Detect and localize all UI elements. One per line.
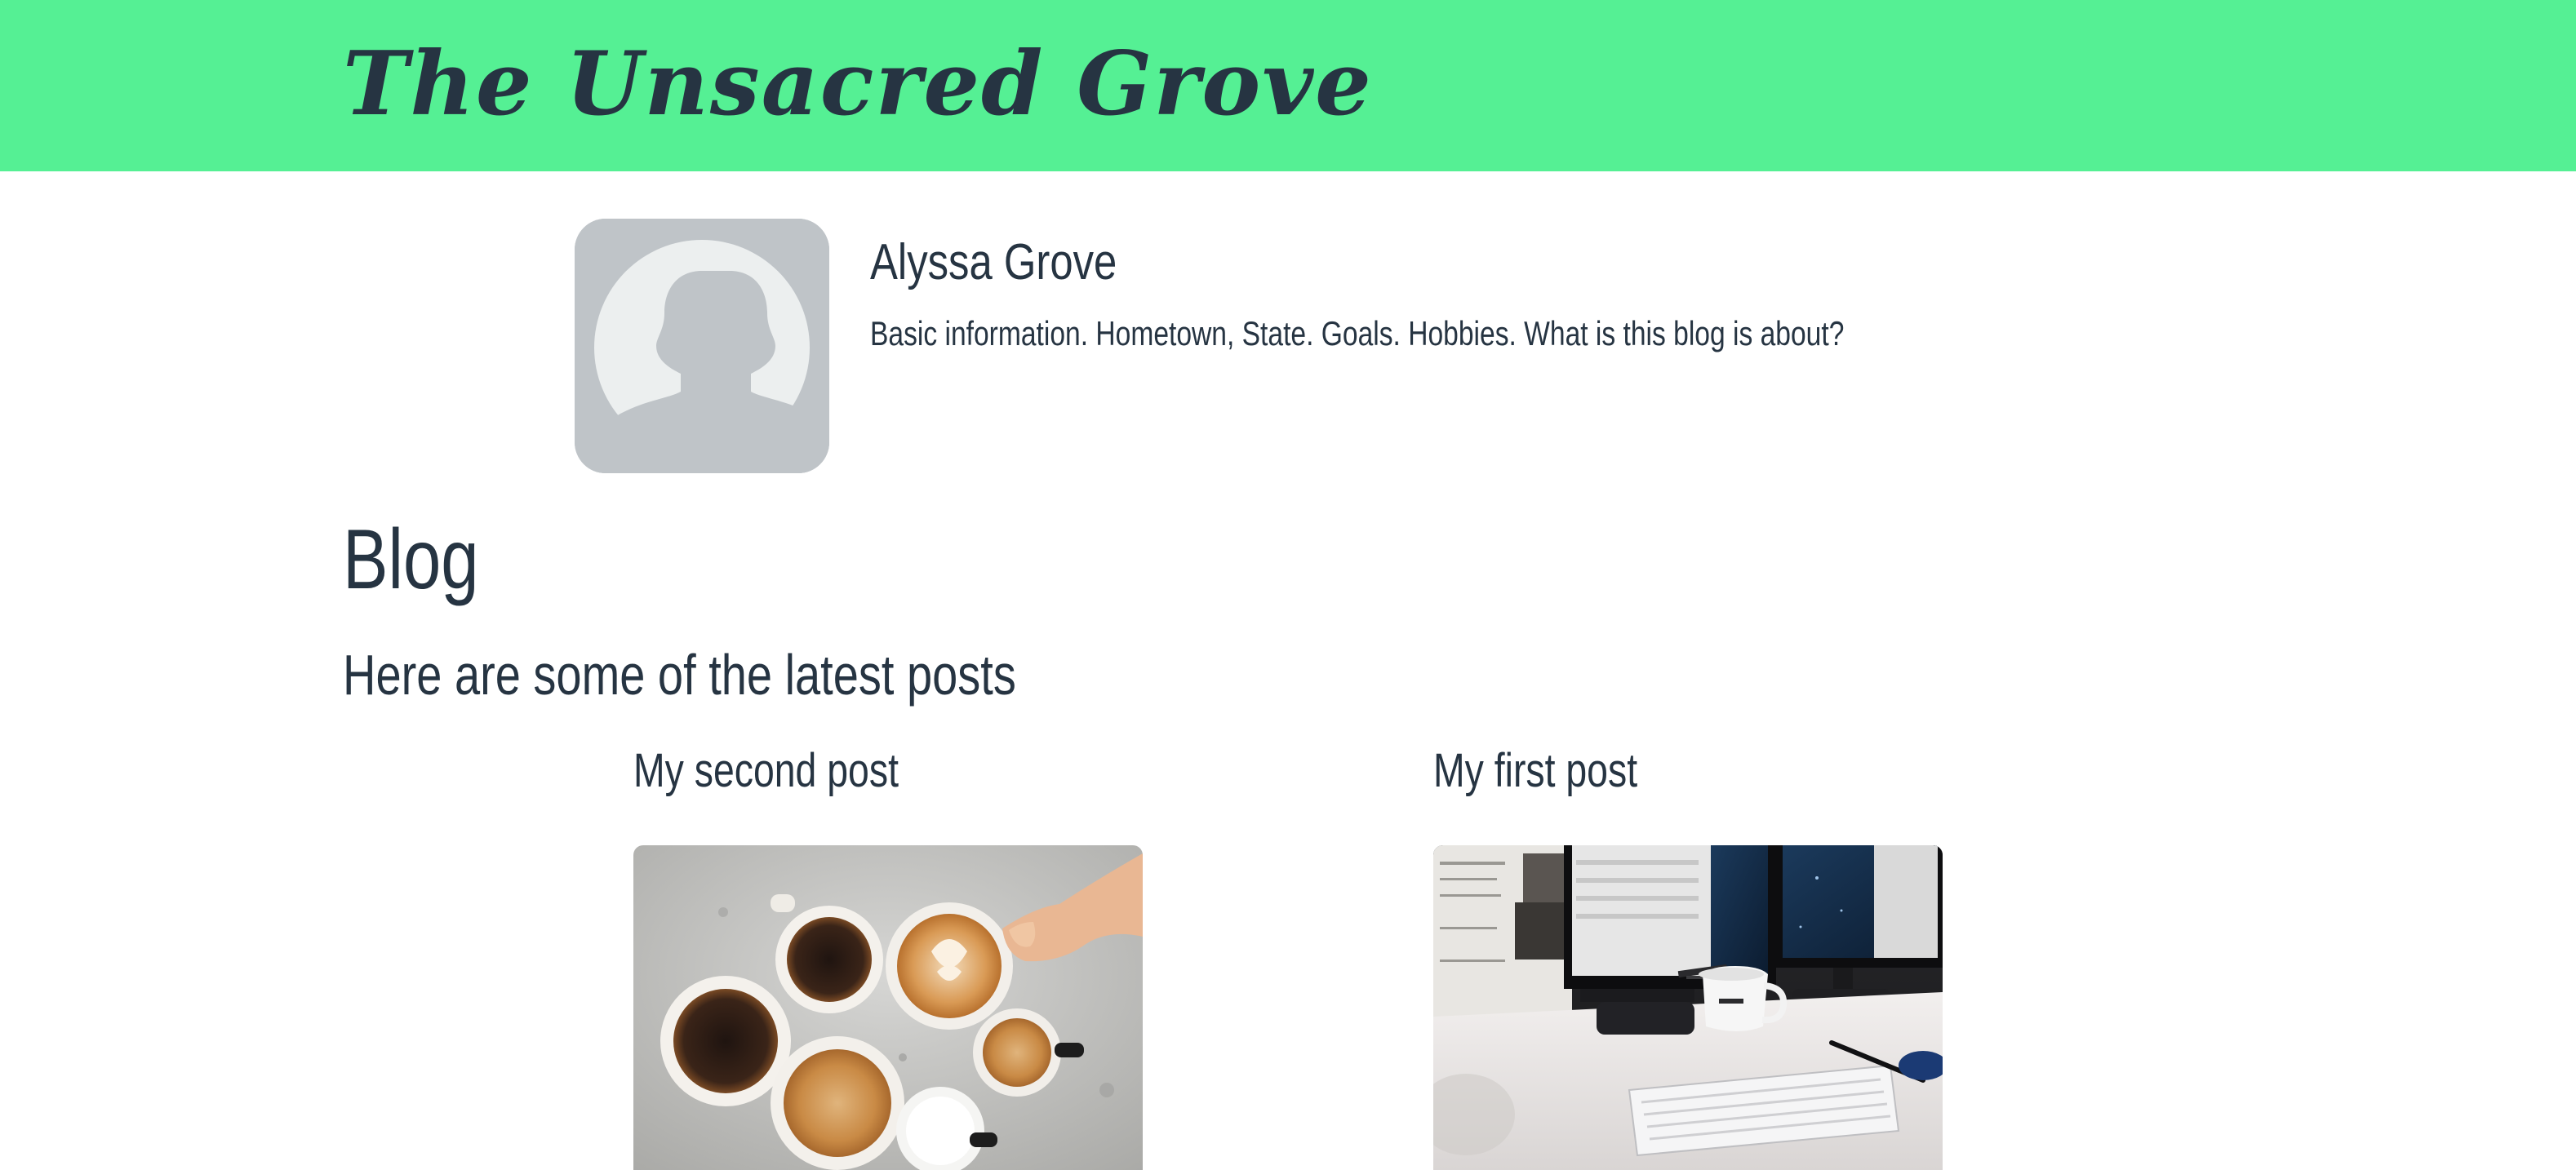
profile-name: Alyssa Grove [870,234,1117,290]
post-title[interactable]: My first post [1433,738,1637,804]
user-silhouette-icon [575,219,829,473]
coffee-cups-photo [633,845,1143,1170]
desk-monitors-photo [1433,845,1943,1170]
blog-subheading: Here are some of the latest posts [343,643,1016,707]
site-header: The Unsacred Grove [0,0,2576,171]
profile-avatar [575,219,829,473]
site-title-link[interactable]: The Unsacred Grove [343,23,1373,145]
profile-bio: Basic information. Hometown, State. Goal… [870,314,1845,352]
blog-heading: Blog [343,512,479,607]
post-image-desk[interactable] [1433,845,1943,1170]
post-title[interactable]: My second post [633,738,899,804]
post-image-coffee[interactable] [633,845,1143,1170]
